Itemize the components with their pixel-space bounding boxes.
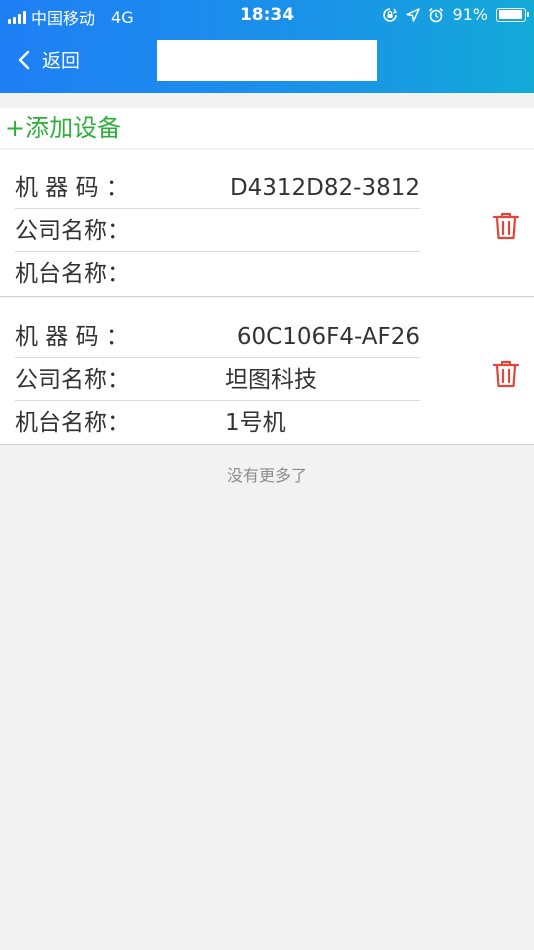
chevron-left-icon (18, 50, 30, 69)
company-value: 坦图科技 (225, 367, 317, 393)
machine-code-value: D4312D82-3812 (229, 175, 420, 201)
no-more-text: 没有更多了 (226, 466, 307, 485)
rotation-lock-icon (383, 7, 398, 22)
company-row: 公司名称： 坦图科技 (15, 359, 420, 401)
back-label: 返回 (42, 50, 81, 72)
alarm-icon (429, 7, 444, 22)
title-box (157, 40, 377, 81)
back-button[interactable]: 返回 (18, 46, 80, 73)
company-label: 公司名称： (15, 218, 130, 244)
machine-code-label: 机 器 码 ： (15, 175, 129, 201)
trash-icon[interactable] (492, 359, 520, 389)
status-right: 91% (382, 5, 529, 24)
location-icon (406, 7, 421, 22)
device-card: 机 器 码 ： D4312D82-3812 公司名称： 机台名称： (0, 150, 534, 297)
machine-code-value: 60C106F4-AF26 (236, 324, 420, 350)
device-card: 机 器 码 ： 60C106F4-AF26 公司名称： 坦图科技 机台名称： 1… (0, 298, 534, 445)
machine-name-label: 机台名称： (15, 410, 130, 436)
status-bar: 中国移动 4G 18:34 91% (0, 0, 534, 32)
machine-name-value: 1号机 (225, 410, 286, 436)
header-bar: 中国移动 4G 18:34 91% 返回 (0, 0, 534, 93)
company-row: 公司名称： (15, 210, 420, 252)
add-device-button[interactable]: +添加设备 (0, 108, 534, 148)
machine-code-row: 机 器 码 ： 60C106F4-AF26 (15, 316, 420, 358)
machine-name-label: 机台名称： (15, 261, 130, 287)
company-label: 公司名称： (15, 367, 130, 393)
trash-icon[interactable] (492, 211, 520, 241)
machine-code-label: 机 器 码 ： (15, 324, 129, 350)
battery-icon (496, 7, 529, 22)
machine-code-row: 机 器 码 ： D4312D82-3812 (15, 167, 420, 209)
battery-percent: 91% (452, 5, 488, 24)
machine-name-row: 机台名称： (15, 253, 420, 295)
machine-name-row: 机台名称： 1号机 (15, 402, 420, 444)
